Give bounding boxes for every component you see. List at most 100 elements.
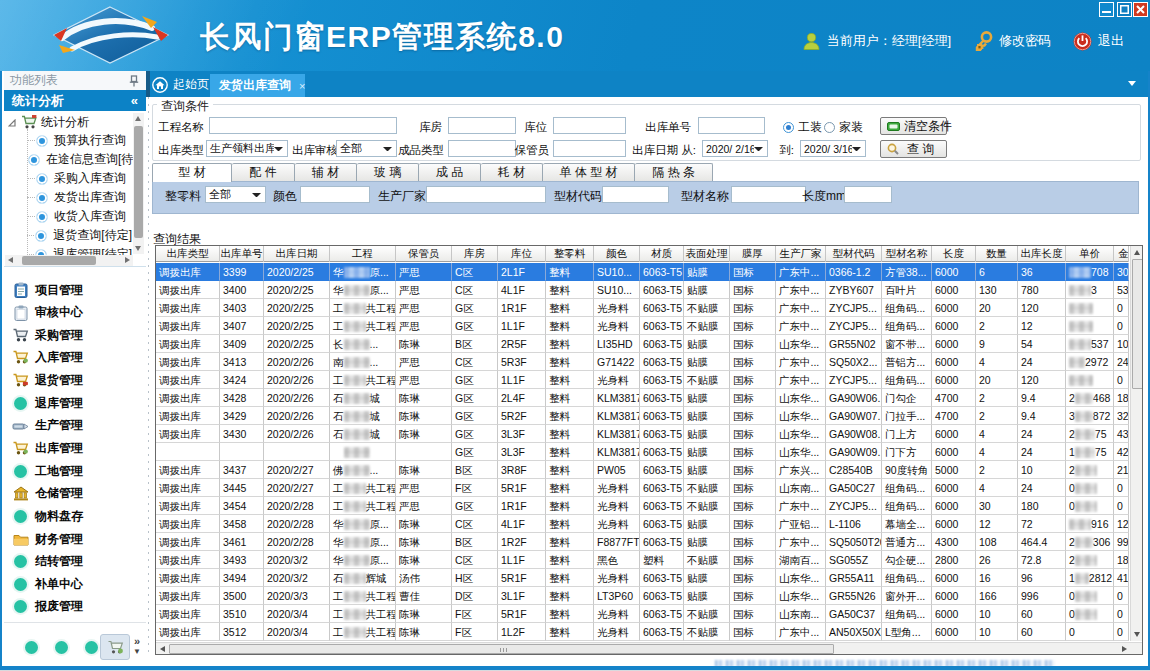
column-header-出库日期[interactable]: 出库日期 bbox=[264, 246, 330, 262]
tab-close-icon[interactable]: × bbox=[299, 80, 305, 92]
change-password-button[interactable]: 修改密码 bbox=[973, 31, 1051, 51]
table-row-1[interactable]: 调拨出库34002020/2/25华原...严思C区4L1F整料SU10...6… bbox=[156, 281, 1129, 299]
column-header-出库类型[interactable]: 出库类型 bbox=[156, 246, 220, 262]
column-header-型材代码[interactable]: 型材代码 bbox=[826, 246, 882, 262]
column-header-库位[interactable]: 库位 bbox=[498, 246, 546, 262]
column-header-型材名称[interactable]: 型材名称 bbox=[882, 246, 932, 262]
table-row-17[interactable]: 调拨出库34942020/3/2石辉城汤伟H区5R1F整料光身料6063-T5贴… bbox=[156, 569, 1129, 587]
minimize-button[interactable] bbox=[1099, 2, 1114, 17]
whole-part-combo[interactable]: 全部 bbox=[205, 186, 266, 203]
table-row-3[interactable]: 调拨出库34072020/2/25工共工程严思G区1L1F整料光身料6063-T… bbox=[156, 317, 1129, 335]
grid-hscroll-thumb[interactable] bbox=[169, 644, 834, 654]
sidebar-item-退货管理[interactable]: 退货管理 bbox=[4, 370, 147, 392]
column-header-单价[interactable]: 单价 bbox=[1066, 246, 1114, 262]
sidebar-item-审核中心[interactable]: 审核中心 bbox=[4, 302, 147, 324]
nav-overflow-dot-icon[interactable] bbox=[25, 641, 38, 654]
configure-buttons-chevron[interactable]: »▼ bbox=[133, 636, 141, 657]
profile-name-input[interactable] bbox=[731, 186, 806, 203]
table-row-10[interactable]: G区3L3F整料KLM38176063-T5贴膜国标山东华...GA90W09.… bbox=[156, 443, 1129, 461]
table-row-15[interactable]: 调拨出库34612020/2/28华原...陈琳B区1R2F整料F8877FT6… bbox=[156, 533, 1129, 551]
grid-scroll-left-icon[interactable] bbox=[160, 646, 165, 652]
tree-scroll-down-icon[interactable] bbox=[135, 246, 141, 251]
tree-hscroll-thumb[interactable] bbox=[22, 256, 96, 265]
sidebar-item-补单中心[interactable]: 补单中心 bbox=[4, 573, 147, 595]
tree-item-5[interactable]: 退货查询[待定] bbox=[4, 226, 132, 245]
sidebar-item-物料盘存[interactable]: 物料盘存 bbox=[4, 505, 147, 527]
sidebar-item-入库管理[interactable]: 入库管理 bbox=[4, 347, 147, 369]
sidebar-item-报废管理[interactable]: 报废管理 bbox=[4, 596, 147, 618]
table-row-19[interactable]: 调拨出库35102020/3/4工共工程陈琳F区5R1F整料光身料6063-T5… bbox=[156, 605, 1129, 623]
sidebar-item-生产管理[interactable]: 生产管理 bbox=[4, 415, 147, 437]
tree-item-1[interactable]: 在途信息查询[待 bbox=[4, 150, 132, 169]
tree-vertical-scrollbar[interactable] bbox=[133, 113, 144, 254]
nav-overflow-cart-button[interactable] bbox=[100, 634, 130, 660]
profile-code-input[interactable] bbox=[602, 186, 669, 203]
table-row-4[interactable]: 调拨出库34092020/2/25长...陈琳B区2R5F整料LI35HD606… bbox=[156, 335, 1129, 353]
collapse-icon[interactable]: « bbox=[131, 90, 138, 111]
column-header-颜色[interactable]: 颜色 bbox=[594, 246, 640, 262]
color-input[interactable] bbox=[300, 186, 370, 203]
tree-item-0[interactable]: 预算执行查询 bbox=[4, 131, 132, 150]
column-header-材质[interactable]: 材质 bbox=[640, 246, 684, 262]
grid-vertical-scrollbar[interactable] bbox=[1130, 246, 1143, 641]
column-header-保管员[interactable]: 保管员 bbox=[396, 246, 452, 262]
manufacturer-input[interactable] bbox=[426, 186, 546, 203]
column-header-出库长度[interactable]: 出库长度 bbox=[1018, 246, 1066, 262]
sidebar-item-仓储管理[interactable]: 仓储管理 bbox=[4, 483, 147, 505]
table-row-16[interactable]: 调拨出库34932020/3/2华原...陈琳C区1L1F整料黑色塑料不贴膜国标… bbox=[156, 551, 1129, 569]
table-row-0[interactable]: 调拨出库33992020/2/25华原...严思C区2L1F整料SU10...6… bbox=[156, 263, 1129, 281]
tab-outbound-query[interactable]: 发货出库查询 × bbox=[210, 74, 305, 97]
tree-scroll-left-icon[interactable] bbox=[8, 257, 13, 263]
sidebar-item-结转管理[interactable]: 结转管理 bbox=[4, 551, 147, 573]
column-header-膜厚[interactable]: 膜厚 bbox=[730, 246, 776, 262]
grid-horizontal-scrollbar[interactable] bbox=[156, 642, 1143, 654]
close-button[interactable] bbox=[1133, 2, 1148, 17]
table-row-20[interactable]: 调拨出库35122020/3/4工共工程陈琳F区1L2F整料光身料6063-T5… bbox=[156, 623, 1129, 641]
sidebar-item-退库管理[interactable]: 退库管理 bbox=[4, 392, 147, 414]
tree-vscroll-thumb[interactable] bbox=[134, 126, 143, 238]
column-header-表面处理[interactable]: 表面处理 bbox=[684, 246, 730, 262]
logout-button[interactable]: 退出 bbox=[1073, 32, 1124, 51]
column-header-数量[interactable]: 数量 bbox=[976, 246, 1018, 262]
table-row-7[interactable]: 调拨出库34282020/2/26石城陈琳G区2L4F整料KLM38176063… bbox=[156, 389, 1129, 407]
table-row-2[interactable]: 调拨出库34032020/2/25工共工程严思G区1R1F整料光身料6063-T… bbox=[156, 299, 1129, 317]
tree-item-3[interactable]: 发货出库查询 bbox=[4, 188, 132, 207]
sidebar-item-出库管理[interactable]: 出库管理 bbox=[4, 437, 147, 459]
table-row-6[interactable]: 调拨出库34242020/2/26工共工程严思G区1L1F整料光身料6063-T… bbox=[156, 371, 1129, 389]
grid-scroll-right-icon[interactable] bbox=[1122, 646, 1127, 652]
tree-expander-icon[interactable] bbox=[8, 117, 16, 129]
material-tab-型材[interactable]: 型 材 bbox=[152, 163, 232, 182]
table-row-5[interactable]: 调拨出库34132020/2/26南...严思C区5R3F整料G71422606… bbox=[156, 353, 1129, 371]
table-row-18[interactable]: 调拨出库35002020/3/3工共工程曹佳D区3L1F整料LT3P606063… bbox=[156, 587, 1129, 605]
sidebar-group-header[interactable]: 统计分析 « bbox=[4, 90, 147, 111]
tree-root-node[interactable]: 统计分析 bbox=[4, 113, 89, 132]
tree-horizontal-scrollbar[interactable] bbox=[5, 255, 133, 266]
sidebar-item-采购管理[interactable]: 采购管理 bbox=[4, 324, 147, 346]
table-row-12[interactable]: 调拨出库34452020/2/27工共工程严思F区5R1F整料光身料6063-T… bbox=[156, 479, 1129, 497]
tab-list-dropdown-icon[interactable] bbox=[1128, 81, 1136, 86]
column-header-长度[interactable]: 长度 bbox=[932, 246, 976, 262]
grid-vscroll-thumb[interactable] bbox=[1132, 259, 1143, 389]
tree-scroll-right-icon[interactable] bbox=[125, 257, 130, 263]
maximize-button[interactable] bbox=[1117, 2, 1132, 17]
column-header-工程[interactable]: 工程 bbox=[330, 246, 396, 262]
table-row-13[interactable]: 调拨出库34542020/2/28工共工程严思G区1R1F整料光身料6063-T… bbox=[156, 497, 1129, 515]
column-header-金额[interactable]: 金额 bbox=[1114, 246, 1129, 262]
length-input[interactable] bbox=[844, 186, 892, 203]
table-row-11[interactable]: 调拨出库34372020/2/27佛...陈琳B区3R8F整料PW056063-… bbox=[156, 461, 1129, 479]
tab-home[interactable]: 起始页 bbox=[152, 74, 209, 95]
grid-scroll-up-icon[interactable] bbox=[1134, 250, 1140, 255]
nav-overflow-dot-icon[interactable] bbox=[55, 641, 68, 654]
column-header-库房[interactable]: 库房 bbox=[452, 246, 498, 262]
sidebar-item-财务管理[interactable]: 财务管理 bbox=[4, 528, 147, 550]
grid-scroll-down-icon[interactable] bbox=[1134, 632, 1140, 637]
table-row-8[interactable]: 调拨出库34292020/2/26石城陈琳G区5R2F整料KLM38176063… bbox=[156, 407, 1129, 425]
table-row-9[interactable]: 调拨出库34302020/2/26石城陈琳G区3L3F整料KLM38176063… bbox=[156, 425, 1129, 443]
tree-scroll-up-icon[interactable] bbox=[135, 116, 141, 121]
tree-item-2[interactable]: 采购入库查询 bbox=[4, 169, 132, 188]
table-row-14[interactable]: 调拨出库34582020/2/28华原...陈琳C区4L1F整料光身料6063-… bbox=[156, 515, 1129, 533]
tree-item-4[interactable]: 收货入库查询 bbox=[4, 207, 132, 226]
column-header-整零料[interactable]: 整零料 bbox=[546, 246, 594, 262]
column-header-生产厂家[interactable]: 生产厂家 bbox=[776, 246, 826, 262]
sidebar-item-项目管理[interactable]: 项目管理 bbox=[4, 279, 147, 301]
